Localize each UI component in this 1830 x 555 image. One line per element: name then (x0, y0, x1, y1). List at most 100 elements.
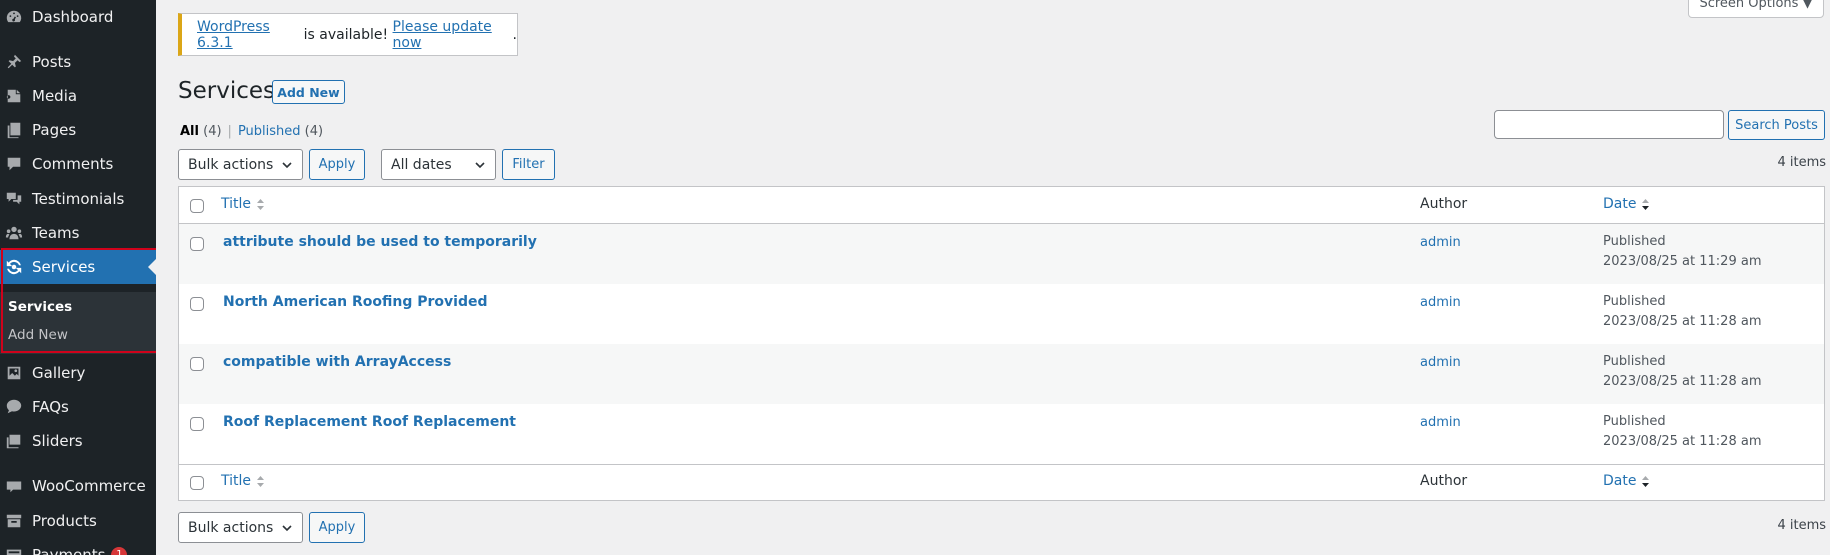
admin-sidebar: Dashboard Posts Media Pages Comments Tes… (0, 0, 156, 555)
row-date: 2023/08/25 at 11:28 am (1603, 434, 1762, 449)
row-status: Published (1603, 294, 1666, 309)
notice-text: is available! (299, 26, 393, 43)
row-status: Published (1603, 414, 1666, 429)
sidebar-item-label: Posts (32, 53, 72, 71)
row-title-link[interactable]: attribute should be used to temporarily (223, 234, 537, 250)
media-icon (5, 87, 23, 105)
comment-icon (5, 155, 23, 173)
select-all-checkbox-footer[interactable] (190, 476, 204, 490)
version-link[interactable]: WordPress 6.3.1 (197, 19, 299, 51)
row-checkbox[interactable] (190, 237, 204, 251)
apply-button-bottom[interactable]: Apply (309, 512, 365, 543)
search-posts-button[interactable]: Search Posts (1728, 110, 1825, 140)
bulk-actions-select-bottom[interactable]: Bulk actions (178, 512, 303, 543)
column-title-footer[interactable]: Title (221, 473, 265, 489)
table-header: Title Author Date (179, 187, 1824, 224)
column-date-footer[interactable]: Date (1603, 473, 1650, 489)
screen-options-button[interactable]: Screen Options ▼ (1688, 0, 1824, 18)
sidebar-item-teams[interactable]: Teams (0, 216, 156, 250)
column-author-footer: Author (1420, 473, 1468, 489)
sidebar-item-services[interactable]: Services (0, 250, 156, 284)
row-status: Published (1603, 354, 1666, 369)
column-title-header[interactable]: Title (221, 196, 265, 212)
sidebar-item-pages[interactable]: Pages (0, 113, 156, 147)
sidebar-item-faqs[interactable]: FAQs (0, 390, 156, 424)
row-title-link[interactable]: Roof Replacement Roof Replacement (223, 414, 516, 430)
row-status: Published (1603, 234, 1666, 249)
sort-icon (256, 475, 265, 488)
sidebar-item-products[interactable]: Products (0, 504, 156, 538)
row-checkbox[interactable] (190, 357, 204, 371)
filter-button[interactable]: Filter (502, 149, 555, 180)
sidebar-item-label: Media (32, 87, 78, 105)
row-date: 2023/08/25 at 11:28 am (1603, 374, 1762, 389)
bulk-actions-select[interactable]: Bulk actions (178, 149, 303, 180)
table-row: Roof Replacement Roof Replacement admin … (179, 404, 1824, 464)
sidebar-item-posts[interactable]: Posts (0, 45, 156, 79)
sort-desc-icon (1641, 475, 1650, 488)
update-icon (5, 258, 23, 276)
row-title-link[interactable]: compatible with ArrayAccess (223, 354, 451, 370)
update-now-link[interactable]: Please update now (393, 19, 513, 51)
column-date-label: Date (1603, 473, 1637, 489)
sidebar-item-woocommerce[interactable]: WooCommerce (0, 469, 156, 503)
sidebar-item-label: Testimonials (32, 190, 125, 208)
sidebar-item-label: Dashboard (32, 8, 114, 26)
row-checkbox[interactable] (190, 417, 204, 431)
update-notice: WordPress 6.3.1 is available! Please upd… (178, 13, 518, 56)
table-row: attribute should be used to temporarily … (179, 224, 1824, 284)
row-checkbox[interactable] (190, 297, 204, 311)
sidebar-item-label: Pages (32, 121, 77, 139)
page-title: Services (178, 78, 275, 104)
filter-all-count: (4) (203, 124, 222, 139)
sidebar-item-sliders[interactable]: Sliders (0, 424, 156, 458)
add-new-button[interactable]: Add New (272, 80, 345, 104)
sidebar-item-media[interactable]: Media (0, 79, 156, 113)
sidebar-item-label: Services (32, 258, 96, 276)
apply-button[interactable]: Apply (309, 149, 365, 180)
filter-all-link[interactable]: All (180, 124, 199, 139)
gallery-icon (5, 364, 23, 382)
slides-icon (5, 432, 23, 450)
submenu-item-services[interactable]: Services (8, 299, 72, 315)
row-author-link[interactable]: admin (1420, 235, 1461, 250)
table-row: compatible with ArrayAccess admin Publis… (179, 344, 1824, 404)
column-date-label: Date (1603, 196, 1637, 212)
filter-published-link[interactable]: Published (238, 124, 301, 139)
notice-end: . (512, 26, 517, 43)
row-author-link[interactable]: admin (1420, 355, 1461, 370)
services-submenu: Services Add New (0, 292, 156, 354)
sidebar-item-label: Comments (32, 155, 114, 173)
column-title-label: Title (221, 196, 252, 212)
column-date-header[interactable]: Date (1603, 196, 1650, 212)
sidebar-item-label: Products (32, 512, 97, 530)
row-date: 2023/08/25 at 11:28 am (1603, 314, 1762, 329)
sidebar-item-label: Payments (32, 546, 106, 555)
sidebar-item-comments[interactable]: Comments (0, 147, 156, 181)
sidebar-item-label: WooCommerce (32, 477, 146, 495)
sidebar-item-label: FAQs (32, 398, 69, 416)
search-input[interactable] (1494, 110, 1724, 139)
submenu-item-add-new[interactable]: Add New (8, 327, 68, 343)
archive-icon (5, 512, 23, 530)
sidebar-item-dashboard[interactable]: Dashboard (0, 0, 156, 34)
groups-icon (5, 224, 23, 242)
row-title-link[interactable]: North American Roofing Provided (223, 294, 487, 310)
row-date: 2023/08/25 at 11:29 am (1603, 254, 1762, 269)
faq-icon (5, 398, 23, 416)
table-footer: Title Author Date (179, 464, 1824, 501)
sidebar-item-payments[interactable]: Payments 1 (0, 538, 156, 555)
posts-table: Title Author Date attribute should be us… (178, 186, 1825, 501)
dates-select[interactable]: All dates (381, 149, 496, 180)
woocommerce-icon (5, 477, 23, 495)
row-author-link[interactable]: admin (1420, 295, 1461, 310)
sidebar-item-testimonials[interactable]: Testimonials (0, 182, 156, 216)
status-filter-links: All (4) | Published (4) (180, 124, 323, 139)
bulk-actions-value: Bulk actions (188, 519, 274, 536)
row-author-link[interactable]: admin (1420, 415, 1461, 430)
chevron-down-icon (281, 522, 293, 534)
sidebar-item-label: Gallery (32, 364, 86, 382)
pin-icon (5, 53, 23, 71)
sidebar-item-gallery[interactable]: Gallery (0, 356, 156, 390)
select-all-checkbox[interactable] (190, 199, 204, 213)
